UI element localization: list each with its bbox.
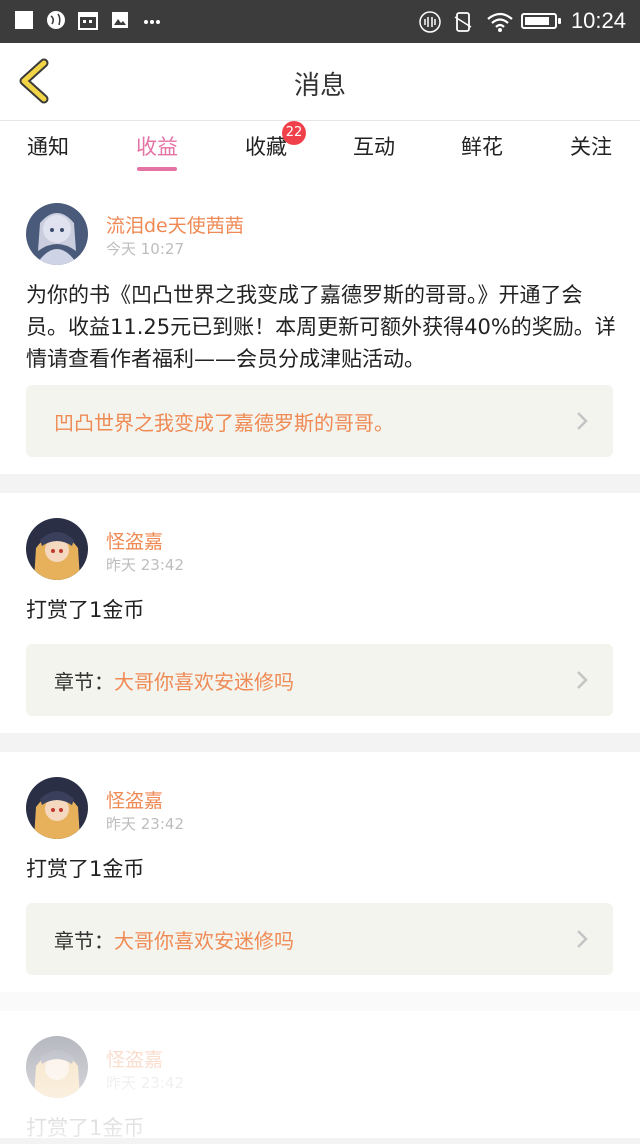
link-text: 凹凸世界之我变成了嘉德罗斯的哥哥。 — [54, 407, 394, 436]
username[interactable]: 怪盗嘉 — [106, 786, 163, 813]
timestamp: 昨天 23:42 — [106, 556, 184, 574]
link-prefix: 章节： — [54, 670, 114, 694]
username[interactable]: 怪盗嘉 — [106, 527, 163, 554]
image-icon — [110, 10, 130, 30]
tab-interactions[interactable]: 互动 — [334, 131, 414, 161]
avatar[interactable] — [26, 518, 88, 580]
link-text: 章节：大哥你喜欢安迷修吗 — [54, 666, 294, 695]
message-card: 怪盗嘉 昨天 23:42 打赏了1金币 章节：大哥你喜欢安迷修吗 — [0, 752, 640, 992]
status-bar: 10:24 — [0, 0, 640, 43]
message-text: 打赏了1金币 — [26, 857, 145, 881]
sim-icon — [453, 11, 473, 32]
tab-flowers[interactable]: 鲜花 — [442, 131, 522, 161]
battery-level — [524, 17, 549, 25]
app-header: 消息 — [0, 43, 640, 120]
chevron-right-icon — [577, 671, 588, 689]
avatar[interactable] — [26, 203, 88, 265]
tab-earnings[interactable]: 收益 — [117, 131, 197, 171]
chapter-link[interactable]: 章节：大哥你喜欢安迷修吗 — [26, 903, 613, 975]
square-icon — [14, 10, 34, 30]
more-icon — [142, 10, 162, 30]
calendar-icon — [78, 10, 98, 30]
tab-label: 收藏 — [245, 135, 287, 159]
page-title: 消息 — [293, 71, 346, 101]
avatar[interactable] — [26, 1036, 88, 1098]
status-left-icons — [14, 10, 162, 30]
chapter-title: 大哥你喜欢安迷修吗 — [114, 929, 294, 953]
tab-label: 关注 — [570, 135, 612, 159]
message-card: 流泪de天使茜茜 今天 10:27 为你的书《凹凸世界之我变成了嘉德罗斯的哥哥。… — [0, 171, 640, 474]
link-prefix: 章节： — [54, 929, 114, 953]
username[interactable]: 怪盗嘉 — [106, 1045, 163, 1072]
status-time: 10:24 — [570, 8, 626, 33]
timestamp: 昨天 23:42 — [106, 1074, 184, 1092]
timestamp: 昨天 23:42 — [106, 815, 184, 833]
username[interactable]: 流泪de天使茜茜 — [106, 211, 244, 238]
tab-label: 通知 — [27, 135, 69, 159]
globe-icon — [46, 10, 66, 30]
chapter-title: 大哥你喜欢安迷修吗 — [114, 670, 294, 694]
unread-badge: 22 — [282, 121, 306, 145]
tab-label: 收益 — [136, 135, 178, 159]
tab-follows[interactable]: 关注 — [551, 131, 631, 161]
vibrate-icon — [419, 11, 441, 33]
timestamp: 今天 10:27 — [106, 240, 184, 258]
tab-label: 互动 — [353, 135, 395, 159]
message-card: 怪盗嘉 昨天 23:42 打赏了1金币 — [0, 1011, 640, 1140]
battery-icon — [520, 13, 561, 29]
book-title: 凹凸世界之我变成了嘉德罗斯的哥哥。 — [54, 411, 394, 435]
status-right-icons: 10:24 — [419, 8, 626, 34]
message-text: 打赏了1金币 — [26, 1116, 145, 1140]
message-text: 打赏了1金币 — [26, 598, 145, 622]
book-link[interactable]: 凹凸世界之我变成了嘉德罗斯的哥哥。 — [26, 385, 613, 457]
chapter-link[interactable]: 章节：大哥你喜欢安迷修吗 — [26, 644, 613, 716]
avatar[interactable] — [26, 777, 88, 839]
tab-favorites[interactable]: 收藏 22 — [226, 121, 306, 161]
tab-bar: 通知 收益 收藏 22 互动 鲜花 关注 — [0, 120, 640, 171]
message-card: 怪盗嘉 昨天 23:42 打赏了1金币 章节：大哥你喜欢安迷修吗 — [0, 493, 640, 733]
chevron-right-icon — [577, 412, 588, 430]
message-text: 为你的书《凹凸世界之我变成了嘉德罗斯的哥哥。》开通了会员。收益11.25元已到账… — [26, 283, 616, 371]
wifi-icon — [487, 11, 513, 32]
tab-label: 鲜花 — [461, 135, 503, 159]
chevron-right-icon — [577, 930, 588, 948]
link-text: 章节：大哥你喜欢安迷修吗 — [54, 925, 294, 954]
tab-notifications[interactable]: 通知 — [8, 131, 88, 161]
